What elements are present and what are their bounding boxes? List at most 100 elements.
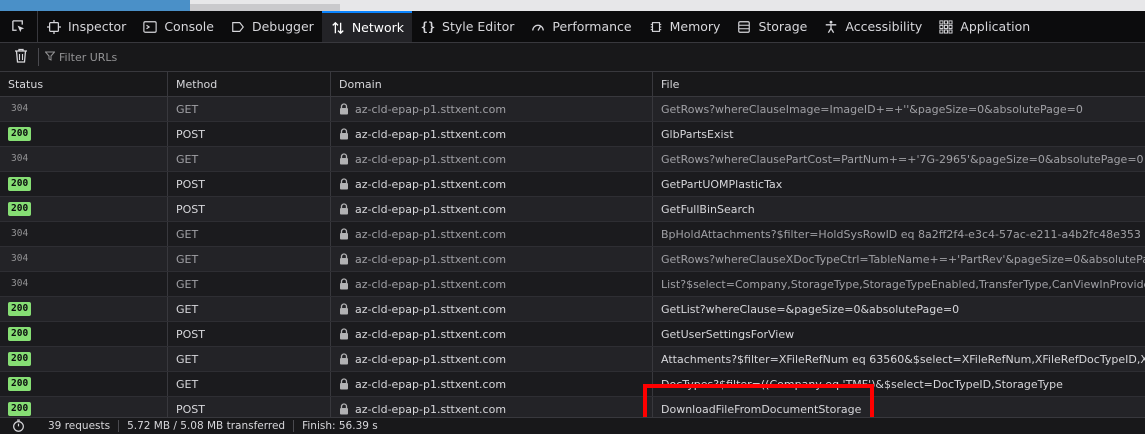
request-row[interactable]: 200 POST az-cld-epap-p1.sttxent.com GetPart… (0, 172, 1145, 197)
lock-icon (339, 378, 349, 390)
element-picker-button[interactable] (0, 11, 38, 42)
filter-urls-input[interactable]: Filter URLs (44, 51, 117, 64)
request-row[interactable]: 200 POST az-cld-epap-p1.sttxent.com GlbPart… (0, 122, 1145, 147)
domain-cell: az-cld-epap-p1.sttxent.com (331, 297, 653, 321)
method-cell: GET (168, 97, 331, 121)
request-row[interactable]: 304 GET az-cld-epap-p1.sttxent.com GetRows?… (0, 147, 1145, 172)
request-row[interactable]: 304 GET az-cld-epap-p1.sttxent.com GetRows?… (0, 97, 1145, 122)
file-cell: GetList?whereClause=&pageSize=0&absolute… (661, 302, 960, 316)
lock-icon (339, 203, 349, 215)
tab-accessibility[interactable]: Accessibility (815, 11, 930, 42)
method-cell: POST (168, 172, 331, 196)
domain-text: az-cld-epap-p1.sttxent.com (355, 202, 507, 216)
tab-style-editor[interactable]: {} Style Editor (412, 11, 522, 42)
domain-cell: az-cld-epap-p1.sttxent.com (331, 347, 653, 371)
file-cell: GetRows?whereClauseXDocTypeCtrl=TableNam… (661, 252, 1145, 266)
tab-label: Memory (669, 19, 721, 34)
status-badge: 200 (8, 302, 32, 316)
file-cell: GetFullBinSearch (661, 202, 755, 216)
inspector-icon (46, 19, 62, 35)
file-cell: GetRows?whereClauseImage=ImageID+=+''&pa… (661, 102, 1083, 116)
tab-inspector[interactable]: Inspector (38, 11, 134, 42)
lock-icon (339, 228, 349, 240)
tab-label: Debugger (251, 19, 314, 34)
network-status-bar: 39 requests 5.72 MB / 5.08 MB transferre… (0, 417, 1145, 434)
tab-performance[interactable]: Performance (522, 11, 639, 42)
trash-icon (14, 48, 28, 66)
request-row[interactable]: 200 POST az-cld-epap-p1.sttxent.com GetFull… (0, 197, 1145, 222)
status-badge: 304 (11, 153, 29, 164)
status-cell: 304 (0, 247, 168, 271)
status-cell: 200 (0, 297, 168, 321)
status-badge: 200 (8, 202, 32, 216)
lock-icon (339, 278, 349, 290)
tab-debugger[interactable]: Debugger (222, 11, 322, 42)
status-cell: 200 (0, 122, 168, 146)
request-row[interactable]: 200 GET az-cld-epap-p1.sttxent.com Attachme… (0, 347, 1145, 372)
column-header-domain[interactable]: Domain (331, 72, 653, 96)
method-cell: POST (168, 197, 331, 221)
request-row[interactable]: 200 POST az-cld-epap-p1.sttxent.com GetUser… (0, 322, 1145, 347)
performance-icon (530, 19, 546, 35)
tab-label: Storage (758, 19, 808, 34)
lock-icon (339, 153, 349, 165)
browser-top-strip (0, 0, 1145, 11)
status-cell: 304 (0, 97, 168, 121)
lock-icon (339, 178, 349, 190)
domain-text: az-cld-epap-p1.sttxent.com (355, 152, 507, 166)
domain-text: az-cld-epap-p1.sttxent.com (355, 402, 507, 416)
column-header-status[interactable]: Status (0, 72, 168, 96)
status-cell: 304 (0, 222, 168, 246)
domain-text: az-cld-epap-p1.sttxent.com (355, 327, 507, 341)
domain-cell: az-cld-epap-p1.sttxent.com (331, 172, 653, 196)
status-badge: 200 (8, 352, 32, 366)
network-icon (330, 20, 346, 36)
lock-icon (339, 253, 349, 265)
lock-icon (339, 353, 349, 365)
stopwatch-icon[interactable] (12, 419, 26, 433)
devtools-toolbar: Inspector Console Debugger Network {} St… (0, 11, 1145, 43)
column-header-method[interactable]: Method (168, 72, 331, 96)
method-cell: POST (168, 122, 331, 146)
domain-cell: az-cld-epap-p1.sttxent.com (331, 147, 653, 171)
status-cell: 200 (0, 322, 168, 346)
method-cell: GET (168, 272, 331, 296)
status-cell: 304 (0, 147, 168, 171)
domain-text: az-cld-epap-p1.sttxent.com (355, 377, 507, 391)
tab-label: Performance (552, 19, 632, 34)
tab-application[interactable]: Application (930, 11, 1038, 42)
requests-table-header: Status Method Domain File (0, 72, 1145, 97)
request-row[interactable]: 200 GET az-cld-epap-p1.sttxent.com GetList?… (0, 297, 1145, 322)
status-badge: 200 (8, 177, 32, 191)
domain-cell: az-cld-epap-p1.sttxent.com (331, 122, 653, 146)
tab-console[interactable]: Console (134, 11, 222, 42)
request-count: 39 requests (40, 420, 120, 432)
file-cell: Attachments?$filter=XFileRefNum eq 63560… (661, 352, 1145, 366)
domain-text: az-cld-epap-p1.sttxent.com (355, 352, 507, 366)
column-header-file[interactable]: File (653, 72, 1145, 96)
domain-cell: az-cld-epap-p1.sttxent.com (331, 97, 653, 121)
request-row[interactable]: 304 GET az-cld-epap-p1.sttxent.com GetRows?… (0, 247, 1145, 272)
clear-requests-button[interactable] (10, 46, 32, 68)
page-content-edge (0, 0, 190, 11)
style-editor-icon: {} (420, 19, 436, 34)
request-row[interactable]: 304 GET az-cld-epap-p1.sttxent.com List?$se… (0, 272, 1145, 297)
tab-network[interactable]: Network (321, 11, 413, 42)
page-content-edge-gray (190, 4, 340, 11)
tab-memory[interactable]: Memory (640, 11, 729, 42)
tab-storage[interactable]: Storage (728, 11, 815, 42)
tab-label: Console (164, 19, 214, 34)
domain-text: az-cld-epap-p1.sttxent.com (355, 177, 507, 191)
status-badge: 304 (11, 253, 29, 264)
status-badge: 200 (8, 402, 32, 416)
transferred-size: 5.72 MB / 5.08 MB transferred (119, 420, 295, 432)
method-cell: GET (168, 347, 331, 371)
domain-text: az-cld-epap-p1.sttxent.com (355, 302, 507, 316)
request-row[interactable]: 200 GET az-cld-epap-p1.sttxent.com DocTypes… (0, 372, 1145, 397)
domain-cell: az-cld-epap-p1.sttxent.com (331, 322, 653, 346)
toolbar-separator (38, 48, 39, 66)
request-row[interactable]: 304 GET az-cld-epap-p1.sttxent.com BpHoldAt… (0, 222, 1145, 247)
method-cell: GET (168, 147, 331, 171)
domain-cell: az-cld-epap-p1.sttxent.com (331, 247, 653, 271)
file-cell: GetRows?whereClausePartCost=PartNum+=+'7… (661, 152, 1144, 166)
